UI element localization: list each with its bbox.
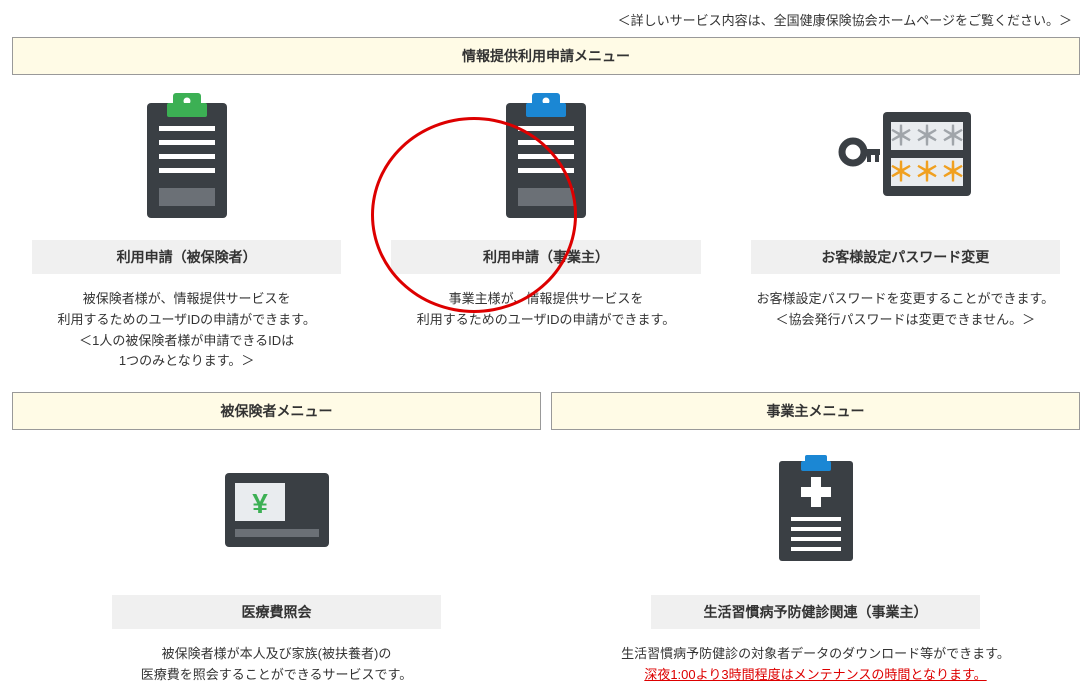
card-title: 生活習慣病予防健診関連（事業主）: [651, 595, 980, 629]
header-note: ＜詳しいサービス内容は、全国健康保険協会ホームページをご覧ください。＞: [0, 0, 1092, 34]
card-medical-inquiry[interactable]: ¥ 医療費照会 被保険者様が本人及び家族(被扶養者)の医療費を照会することができ…: [12, 440, 541, 686]
highlight-circle: [371, 117, 577, 313]
card-password-change[interactable]: ＊＊＊ ＊＊＊ お客様設定パスワード変更 お客様設定パスワードを変更することがで…: [731, 85, 1080, 372]
card-title: 医療費照会: [112, 595, 441, 629]
svg-text:¥: ¥: [252, 488, 268, 519]
yen-card-icon: ¥: [12, 440, 541, 580]
card-desc: 生活習慣病予防健診の対象者データのダウンロード等ができます。 深夜1:00より3…: [551, 644, 1080, 686]
svg-text:＊＊＊: ＊＊＊: [888, 121, 966, 151]
insured-menu-header: 被保険者メニュー: [12, 392, 541, 430]
password-key-icon: ＊＊＊ ＊＊＊: [731, 85, 1080, 225]
card-desc: 被保険者様が本人及び家族(被扶養者)の医療費を照会することができるサービスです。: [12, 644, 541, 686]
sub-menu-row: ¥ 医療費照会 被保険者様が本人及び家族(被扶養者)の医療費を照会することができ…: [12, 440, 1080, 686]
card-title: 利用申請（被保険者）: [32, 240, 341, 274]
card-title: お客様設定パスワード変更: [751, 240, 1060, 274]
card-desc: お客様設定パスワードを変更することができます。＜協会発行パスワードは変更できませ…: [731, 289, 1080, 331]
employer-menu-header: 事業主メニュー: [551, 392, 1080, 430]
svg-text:＊＊＊: ＊＊＊: [888, 157, 966, 187]
medical-doc-icon: [551, 440, 1080, 580]
sub-menu-headers: 被保険者メニュー 事業主メニュー: [12, 392, 1080, 430]
main-menu-header: 情報提供利用申請メニュー: [12, 37, 1080, 75]
maintenance-note: 深夜1:00より3時間程度はメンテナンスの時間となります。: [644, 667, 986, 682]
card-desc: 被保険者様が、情報提供サービスを利用するためのユーザIDの申請ができます。＜1人…: [12, 289, 361, 372]
clipboard-green-icon: [12, 85, 361, 225]
desc-main: 生活習慣病予防健診の対象者データのダウンロード等ができます。: [621, 646, 1010, 661]
card-health-checkup[interactable]: 生活習慣病予防健診関連（事業主） 生活習慣病予防健診の対象者データのダウンロード…: [551, 440, 1080, 686]
card-insured-application[interactable]: 利用申請（被保険者） 被保険者様が、情報提供サービスを利用するためのユーザIDの…: [12, 85, 361, 372]
application-menu-row: 利用申請（被保険者） 被保険者様が、情報提供サービスを利用するためのユーザIDの…: [12, 85, 1080, 372]
card-employer-application[interactable]: 利用申請（事業主） 事業主様が、情報提供サービスを利用するためのユーザIDの申請…: [371, 85, 720, 372]
